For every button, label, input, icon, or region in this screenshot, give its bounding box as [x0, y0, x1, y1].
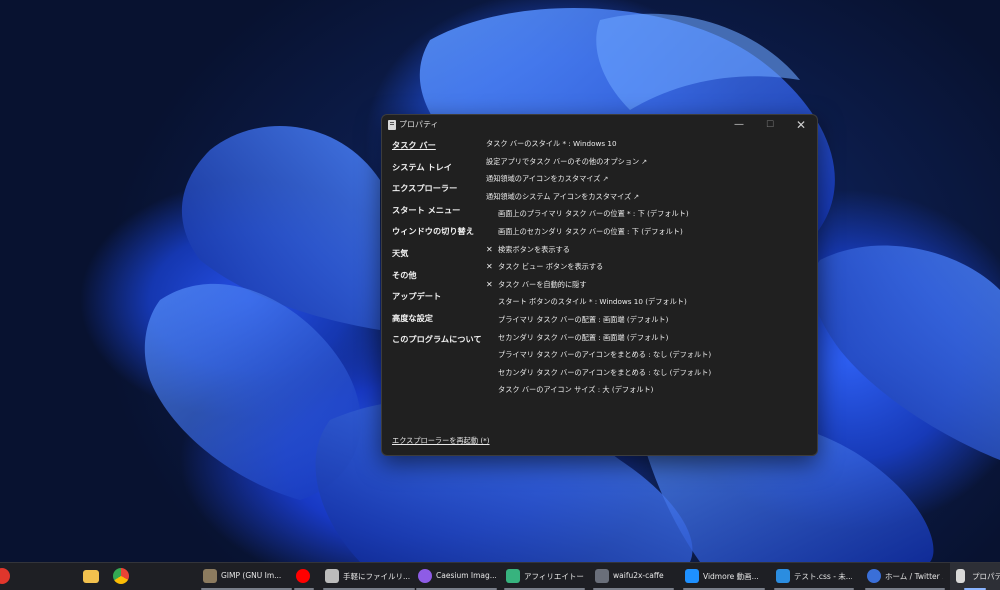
nav-label: その他	[392, 269, 417, 280]
option-secondary-position[interactable]: 画面上のセカンダリ タスク バーの位置 : 下 (デフォルト)	[486, 227, 816, 245]
taskbar-item-file-tool[interactable]: 手軽にファイルリ...	[321, 563, 417, 590]
taskbar-item-twitter[interactable]: ホーム / Twitter ...	[863, 563, 947, 590]
option-label: プライマリ タスク バーのアイコンをまとめる : なし (デフォルト)	[498, 350, 712, 360]
option-label: 設定アプリでタスク バーのその他のオプション	[486, 156, 640, 166]
option-label: 通知領域のアイコンをカスタマイズ	[486, 174, 601, 184]
option-secondary-combine[interactable]: セカンダリ タスク バーのアイコンをまとめる : なし (デフォルト)	[486, 368, 816, 386]
restart-explorer-link[interactable]: エクスプローラーを再起動 (*)	[392, 436, 490, 446]
option-system-icons-link[interactable]: 通知領域のシステム アイコンをカスタマイズ ↗	[486, 192, 816, 210]
chrome-icon[interactable]	[113, 568, 129, 584]
youtube-music-icon	[296, 569, 310, 583]
taskbar-item-label: テスト.css - 未...	[794, 572, 852, 581]
edge-icon	[867, 569, 881, 583]
option-label: プライマリ タスク バーの配置 : 画面端 (デフォルト)	[498, 314, 669, 324]
nav-label: 天気	[392, 247, 409, 258]
taskbar-options-list: タスク バーのスタイル * : Windows 10 設定アプリでタスク バーの…	[486, 139, 816, 403]
option-label: タスク ビュー ボタンを表示する	[498, 262, 604, 272]
option-label: 検索ボタンを表示する	[498, 244, 570, 254]
option-taskbar-style[interactable]: タスク バーのスタイル * : Windows 10	[486, 139, 816, 157]
option-label: セカンダリ タスク バーの配置 : 画面端 (デフォルト)	[498, 332, 669, 342]
taskbar-item-youtube-music[interactable]	[292, 563, 316, 590]
option-secondary-alignment[interactable]: セカンダリ タスク バーの配置 : 画面端 (デフォルト)	[486, 333, 816, 351]
nav-item-system-tray[interactable]: システム トレイ	[392, 161, 472, 183]
option-primary-alignment[interactable]: プライマリ タスク バーの配置 : 画面端 (デフォルト)	[486, 315, 816, 333]
nav-label: タスク バー	[392, 140, 436, 150]
nav-label: アップデート	[392, 291, 442, 302]
taskbar-item-caesium[interactable]: Caesium Imag...	[414, 563, 499, 590]
taskbar-item-vscode[interactable]: テスト.css - 未...	[772, 563, 856, 590]
minimize-button[interactable]: —	[724, 115, 754, 135]
nav-item-weather[interactable]: 天気	[392, 247, 472, 269]
vscode-icon	[776, 569, 790, 583]
nav-label: ウィンドウの切り替え	[392, 226, 474, 237]
option-label: セカンダリ タスク バーのアイコンをまとめる : なし (デフォルト)	[498, 367, 712, 377]
external-link-icon: ↗	[602, 175, 609, 184]
waifu2x-icon	[595, 569, 609, 583]
taskbar-item-vidmore[interactable]: Vidmore 動画...	[681, 563, 767, 590]
nav-label: スタート メニュー	[392, 204, 461, 215]
taskbar-item-properties[interactable]: プロパティ	[950, 563, 1000, 590]
vidmore-icon	[685, 569, 699, 583]
nav-label: 高度な設定	[392, 312, 433, 323]
taskbar-item-label: GIMP (GNU Im...	[221, 571, 282, 580]
maximize-button[interactable]: ☐	[755, 115, 785, 135]
taskbar-item-label: プロパティ	[972, 572, 1000, 581]
title-bar[interactable]: プロパティ — ☐ ✕	[382, 115, 817, 135]
hourglass-icon	[325, 569, 339, 583]
properties-window: プロパティ — ☐ ✕ タスク バー システム トレイ エクスプローラー スター…	[381, 114, 818, 456]
option-icon-size[interactable]: タスク バーのアイコン サイズ : 大 (デフォルト)	[486, 385, 816, 403]
nav-label: システム トレイ	[392, 161, 452, 172]
nav-label: エクスプローラー	[392, 183, 458, 194]
window-title: プロパティ	[399, 120, 439, 129]
option-auto-hide[interactable]: ✕ タスク バーを自動的に隠す	[486, 280, 816, 298]
option-label: タスク バーのスタイル * : Windows 10	[486, 139, 617, 148]
checked-x-icon: ✕	[486, 262, 493, 272]
checked-x-icon: ✕	[486, 279, 493, 289]
taskbar-item-label: アフィリエイトー...	[524, 572, 584, 581]
file-explorer-icon[interactable]	[83, 570, 99, 583]
option-label: 画面上のセカンダリ タスク バーの位置 : 下 (デフォルト)	[498, 226, 683, 236]
nav-item-explorer[interactable]: エクスプローラー	[392, 182, 472, 204]
nav-item-advanced[interactable]: 高度な設定	[392, 312, 472, 334]
caesium-icon	[418, 569, 432, 583]
vivaldi-icon[interactable]	[0, 568, 10, 584]
nav-item-taskbar[interactable]: タスク バー	[392, 139, 472, 161]
option-primary-position[interactable]: 画面上のプライマリ タスク バーの位置 * : 下 (デフォルト)	[486, 209, 816, 227]
taskbar-item-label: ホーム / Twitter ...	[885, 572, 943, 581]
option-primary-combine[interactable]: プライマリ タスク バーのアイコンをまとめる : なし (デフォルト)	[486, 350, 816, 368]
nav-item-other[interactable]: その他	[392, 269, 472, 291]
taskbar-item-label: waifu2x-caffe	[613, 571, 664, 580]
settings-nav: タスク バー システム トレイ エクスプローラー スタート メニュー ウィンドウ…	[392, 139, 482, 355]
nav-label: このプログラムについて	[392, 334, 482, 345]
option-label: 画面上のプライマリ タスク バーの位置 * : 下 (デフォルト)	[498, 209, 689, 219]
taskbar-item-waifu2x[interactable]: waifu2x-caffe	[591, 563, 676, 590]
nav-item-start-menu[interactable]: スタート メニュー	[392, 204, 472, 226]
gimp-icon	[203, 569, 217, 583]
layers-icon	[506, 569, 520, 583]
option-start-button-style[interactable]: スタート ボタンのスタイル * : Windows 10 (デフォルト)	[486, 297, 816, 315]
option-label: 通知領域のシステム アイコンをカスタマイズ	[486, 191, 632, 201]
taskbar-item-gimp[interactable]: GIMP (GNU Im...	[199, 563, 294, 590]
nav-item-window-switcher[interactable]: ウィンドウの切り替え	[392, 225, 474, 247]
taskbar-item-label: Vidmore 動画...	[703, 572, 759, 581]
taskbar-item-label: 手軽にファイルリ...	[343, 572, 411, 581]
properties-icon	[956, 569, 965, 583]
taskbar-item-label: Caesium Imag...	[436, 571, 496, 580]
external-link-icon: ↗	[641, 157, 648, 166]
option-label: タスク バーのアイコン サイズ : 大 (デフォルト)	[498, 385, 654, 395]
option-show-task-view[interactable]: ✕ タスク ビュー ボタンを表示する	[486, 262, 816, 280]
nav-item-about[interactable]: このプログラムについて	[392, 333, 482, 355]
nav-item-update[interactable]: アップデート	[392, 290, 472, 312]
external-link-icon: ↗	[633, 192, 640, 201]
taskbar-item-affiliate[interactable]: アフィリエイトー...	[502, 563, 587, 590]
taskbar: GIMP (GNU Im... 手軽にファイルリ... Caesium Imag…	[0, 562, 1000, 590]
option-settings-app-link[interactable]: 設定アプリでタスク バーのその他のオプション ↗	[486, 157, 816, 175]
option-show-search-button[interactable]: ✕ 検索ボタンを表示する	[486, 245, 816, 263]
option-label: タスク バーを自動的に隠す	[498, 279, 587, 289]
option-notification-icons-link[interactable]: 通知領域のアイコンをカスタマイズ ↗	[486, 174, 816, 192]
close-button[interactable]: ✕	[786, 115, 816, 135]
option-label: スタート ボタンのスタイル * : Windows 10 (デフォルト)	[498, 297, 687, 307]
checked-x-icon: ✕	[486, 244, 493, 254]
properties-app-icon	[388, 120, 396, 130]
